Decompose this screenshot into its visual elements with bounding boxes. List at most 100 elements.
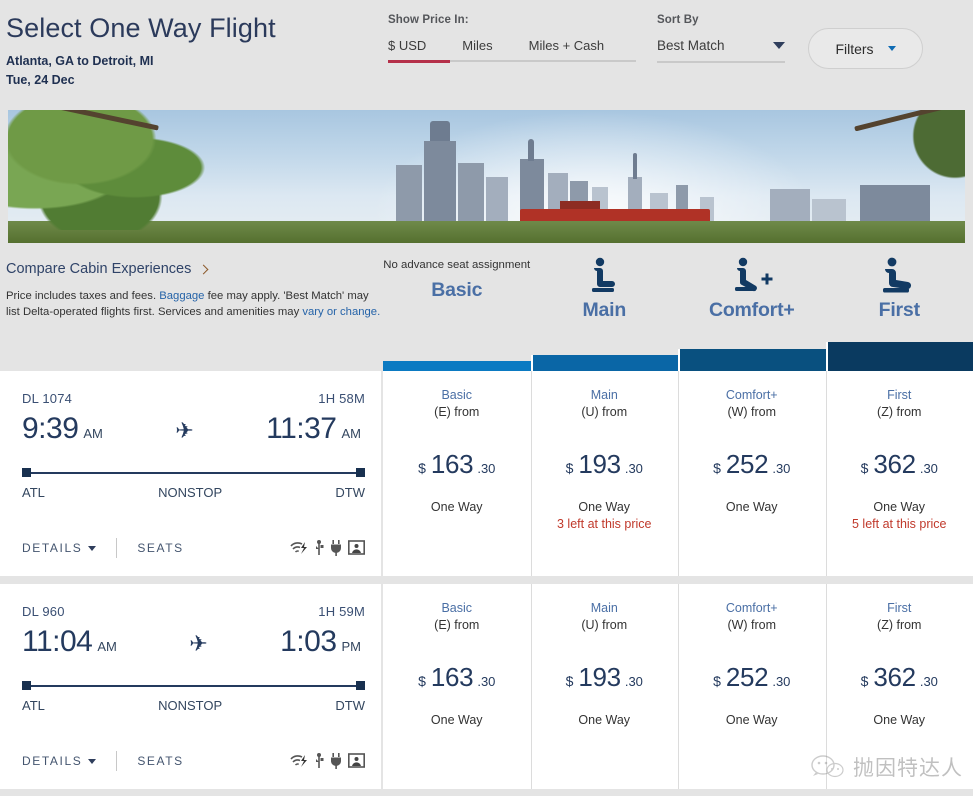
currency-symbol: $ xyxy=(860,673,869,689)
fare-cabin-name: Comfort+ xyxy=(725,601,778,615)
flight-times: 9:39 AM ✈ 11:37 AM xyxy=(22,412,365,446)
destination-airport-code: DTW xyxy=(335,698,365,713)
origin-dot xyxy=(22,468,31,477)
fare-price: $ 252 .30 xyxy=(713,449,790,480)
destination-dot xyxy=(356,468,365,477)
price-disclaimer: Price includes taxes and fees. Baggage f… xyxy=(6,289,382,320)
seat-plus-icon xyxy=(731,253,773,293)
fare-cell-comfort-plus[interactable]: Comfort+ (W) from $ 252 .30 One Way xyxy=(678,371,826,576)
flight-number: DL 1074 xyxy=(22,391,73,406)
currency-symbol: $ xyxy=(418,673,426,689)
chevron-down-icon xyxy=(88,758,97,764)
chevron-down-icon xyxy=(887,46,896,51)
arrival-time: 1:03 xyxy=(280,625,337,658)
destination-dot xyxy=(356,681,365,690)
cabin-name-first: First xyxy=(878,299,920,321)
fare-class-code: (W) from xyxy=(727,405,777,419)
details-button[interactable]: DETAILS xyxy=(22,541,97,555)
fare-price: $ 163 .30 xyxy=(418,662,495,693)
fare-term: One Way xyxy=(725,713,778,727)
destination-airport-code: DTW xyxy=(335,485,365,500)
arrival-time: 11:37 xyxy=(266,412,337,445)
price-dollars: 252 xyxy=(725,662,769,692)
details-label: DETAILS xyxy=(22,541,83,555)
route-line-segment xyxy=(26,685,361,687)
disclaimer-part-1: Price includes taxes and fees. xyxy=(6,290,160,302)
fare-cell-comfort-plus[interactable]: Comfort+ (W) from $ 252 .30 One Way xyxy=(678,584,826,789)
power-outlet-icon xyxy=(331,540,341,556)
flight-info-top: DL 1074 1H 58M xyxy=(22,391,365,406)
flight-row: DL 1074 1H 58M 9:39 AM ✈ 11:37 AM ATL NONS… xyxy=(0,371,973,576)
fare-cabin-name: Basic xyxy=(441,388,473,402)
trip-route: Atlanta, GA to Detroit, MI xyxy=(6,54,154,68)
departure-ampm: AM xyxy=(97,639,117,654)
price-dollars: 193 xyxy=(578,449,621,479)
fare-cabin-name: First xyxy=(887,388,912,402)
fare-cell-first[interactable]: First (Z) from $ 362 .30 One Way xyxy=(825,584,973,789)
seats-button[interactable]: SEATS xyxy=(137,754,183,768)
fare-columns: Basic (E) from $ 163 .30 One Way Main (U… xyxy=(383,371,973,576)
price-cents: .30 xyxy=(919,674,938,689)
currency-symbol: $ xyxy=(713,673,721,689)
no-advance-seat-note: No advance seat assignment xyxy=(383,259,531,271)
currency-symbol: $ xyxy=(565,673,574,689)
filters-button[interactable]: Filters xyxy=(808,28,923,69)
skyline-antenna xyxy=(633,153,637,179)
cabin-name-basic: Basic xyxy=(431,279,483,301)
fare-term: One Way xyxy=(430,500,483,514)
action-divider xyxy=(116,751,118,771)
amenity-icons xyxy=(290,753,365,769)
origin-airport-code: ATL xyxy=(22,698,45,713)
show-price-in-label: Show Price In: xyxy=(388,14,469,26)
fare-price: $ 193 .30 xyxy=(566,449,643,480)
sort-by-value: Best Match xyxy=(657,38,725,53)
filters-label: Filters xyxy=(835,40,874,57)
price-dollars: 163 xyxy=(430,662,474,692)
seats-button[interactable]: SEATS xyxy=(137,541,183,555)
fare-term: One Way xyxy=(578,713,631,727)
fare-price: $ 362 .30 xyxy=(861,662,938,693)
fare-cell-basic[interactable]: Basic (E) from $ 163 .30 One Way xyxy=(383,371,531,576)
hero-right-margin xyxy=(965,110,973,243)
origin-airport-code: ATL xyxy=(22,485,45,500)
tab-miles[interactable]: Miles xyxy=(462,38,492,62)
price-cents: .30 xyxy=(919,461,938,476)
flight-results-list: DL 1074 1H 58M 9:39 AM ✈ 11:37 AM ATL NONS… xyxy=(0,371,973,789)
flight-actions: DETAILS SEATS xyxy=(22,538,365,558)
chevron-down-icon xyxy=(773,42,785,49)
tab-miles-plus-cash[interactable]: Miles + Cash xyxy=(529,38,605,62)
willow-tree-right xyxy=(883,110,973,208)
arrival-ampm: AM xyxy=(341,426,362,441)
vary-or-change-link[interactable]: vary or change. xyxy=(302,306,380,318)
show-price-in-control: Show Price In: $ USD Miles Miles + Cash xyxy=(388,14,638,63)
tab-usd[interactable]: $ USD xyxy=(388,38,426,62)
fare-price: $ 163 .30 xyxy=(418,449,495,480)
compare-cabin-experiences-link[interactable]: Compare Cabin Experiences xyxy=(6,261,380,277)
sort-by-dropdown[interactable]: Best Match xyxy=(657,38,785,63)
price-dollars: 252 xyxy=(725,449,769,479)
fare-cell-main[interactable]: Main (U) from $ 193 .30 One Way 3 left a… xyxy=(530,371,678,576)
fare-cell-basic[interactable]: Basic (E) from $ 163 .30 One Way xyxy=(383,584,531,789)
fare-columns: Basic (E) from $ 163 .30 One Way Main (U… xyxy=(383,584,973,789)
details-button[interactable]: DETAILS xyxy=(22,754,97,768)
fare-cell-main[interactable]: Main (U) from $ 193 .30 One Way xyxy=(530,584,678,789)
amenity-icons xyxy=(290,540,365,556)
cabin-name-comfort-plus: Comfort+ xyxy=(708,299,795,321)
fare-term: One Way xyxy=(873,500,926,514)
chevron-down-icon xyxy=(88,545,97,551)
fare-term: One Way xyxy=(430,713,483,727)
baggage-link[interactable]: Baggage xyxy=(159,290,204,302)
route-bar xyxy=(22,681,365,691)
price-dollars: 362 xyxy=(873,449,916,479)
price-dollars: 163 xyxy=(430,449,474,479)
entertainment-screen-icon xyxy=(348,540,365,555)
fare-class-code: (U) from xyxy=(581,618,628,632)
tabs-underline xyxy=(388,60,636,63)
currency-symbol: $ xyxy=(713,460,721,476)
fare-cell-first[interactable]: First (Z) from $ 362 .30 One Way 5 left … xyxy=(825,371,973,576)
wifi-streaming-icon xyxy=(290,755,307,767)
currency-symbol: $ xyxy=(860,460,869,476)
header-left: Select One Way Flight Atlanta, GA to Det… xyxy=(0,8,380,90)
flight-info-panel: DL 960 1H 59M 11:04 AM ✈ 1:03 PM ATL NONST… xyxy=(0,584,381,789)
cabin-bar-main xyxy=(530,355,678,371)
